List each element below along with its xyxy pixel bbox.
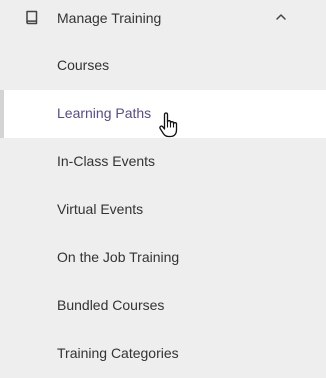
submenu-item-on-the-job-training[interactable]: On the Job Training [0, 234, 326, 282]
submenu-item-virtual-events[interactable]: Virtual Events [0, 186, 326, 234]
chevron-up-icon[interactable] [275, 12, 287, 22]
submenu-item-label: Training Categories [57, 345, 179, 361]
submenu-item-label: On the Job Training [57, 249, 180, 265]
manage-training-header[interactable]: Manage Training [0, 0, 326, 38]
submenu-item-label: Courses [57, 57, 110, 73]
submenu-item-bundled-courses[interactable]: Bundled Courses [0, 282, 326, 330]
submenu-item-label: Virtual Events [57, 201, 144, 217]
submenu-item-label: In-Class Events [57, 153, 156, 169]
submenu-item-courses[interactable]: Courses [0, 42, 326, 90]
submenu-item-in-class-events[interactable]: In-Class Events [0, 138, 326, 186]
training-menu: Manage Training Courses Learning Paths I… [0, 0, 326, 374]
submenu-item-label: Learning Paths [57, 105, 152, 121]
submenu-item-training-categories[interactable]: Training Categories [0, 330, 326, 378]
book-icon [26, 10, 38, 25]
manage-training-label: Manage Training [57, 10, 162, 26]
submenu-item-label: Bundled Courses [57, 297, 165, 313]
submenu-item-learning-paths[interactable]: Learning Paths [0, 90, 326, 138]
active-indicator [0, 90, 4, 138]
